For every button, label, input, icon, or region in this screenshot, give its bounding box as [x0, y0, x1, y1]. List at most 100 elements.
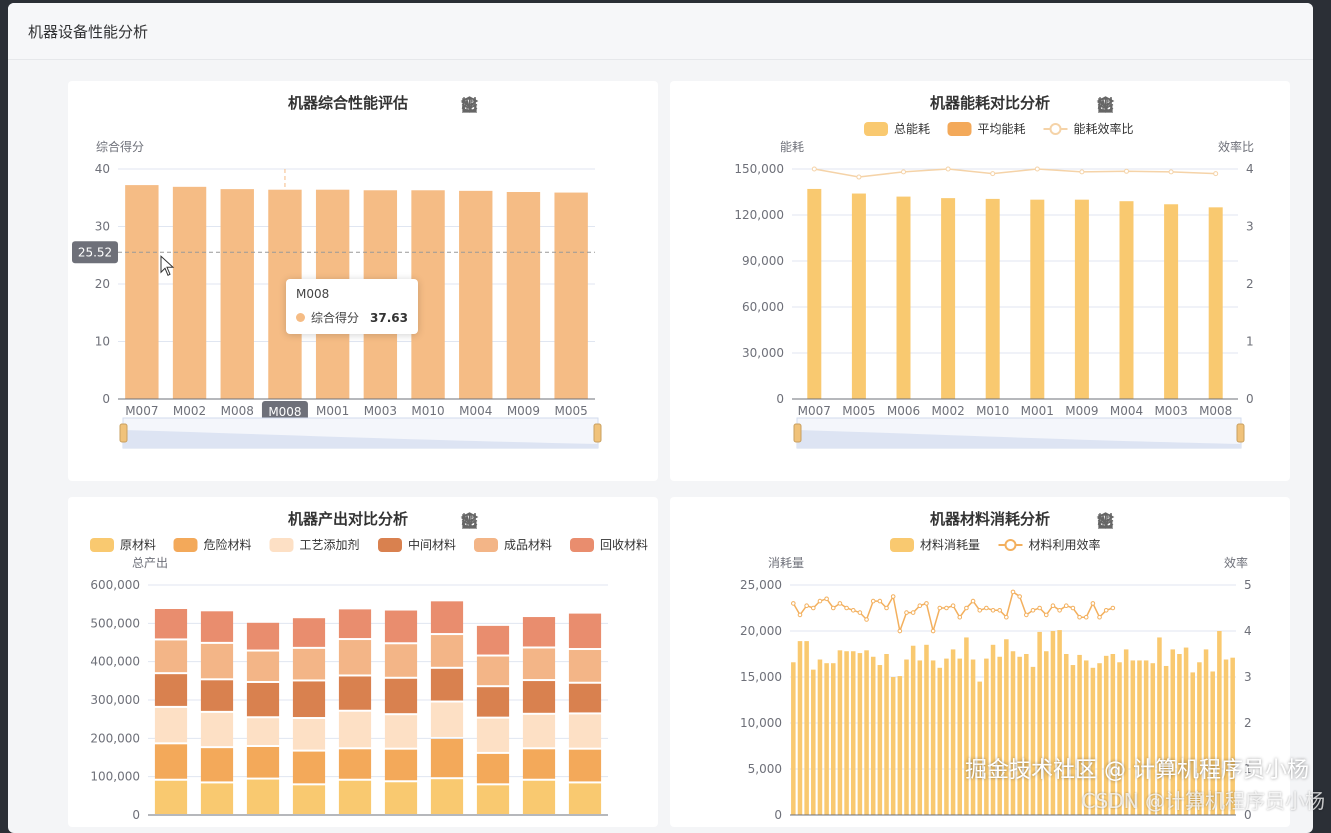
watermark: 掘金技术社区 @ 计算机程序员小杨	[965, 758, 1309, 783]
y2-tick-label: 3	[1244, 670, 1252, 684]
y-tick-label: 10,000	[740, 716, 782, 730]
line-point	[837, 601, 843, 606]
legend-swatch	[378, 538, 402, 552]
line-point	[1103, 608, 1109, 613]
stacked-bar-segment	[200, 748, 234, 782]
y-tick-label: 400,000	[90, 655, 140, 669]
x-tick-label: M010	[411, 404, 444, 418]
line-point	[1050, 603, 1056, 608]
line-point	[945, 166, 951, 172]
line-point	[870, 598, 876, 604]
axis-pointer-value: 25.52	[78, 245, 112, 259]
line-point	[1124, 168, 1129, 174]
y-tick-label: 0	[776, 392, 784, 406]
stacked-bar-segment	[568, 650, 602, 682]
line-point	[1083, 614, 1089, 620]
stacked-bar-segment	[476, 687, 510, 717]
legend-label: 原材料	[120, 538, 156, 552]
x-tick-label: M009	[1065, 404, 1098, 418]
stacked-bar-segment	[568, 613, 602, 649]
legend-label: 工艺添加剂	[300, 537, 360, 552]
stacked-bar-segment	[522, 617, 556, 647]
stacked-bar-segment	[292, 785, 326, 814]
stacked-bar-segment	[292, 681, 326, 718]
line-point	[811, 166, 817, 172]
line-point	[990, 171, 996, 177]
legend-label: 危险材料	[204, 537, 252, 552]
stacked-bar-segment	[522, 681, 556, 713]
legend-label: 成品材料	[504, 538, 552, 552]
legend-swatch	[890, 538, 914, 552]
stacked-bar-segment	[200, 643, 234, 679]
x-tick-label: M007	[798, 404, 831, 418]
y2-tick-label: 4	[1246, 162, 1254, 176]
bar	[970, 659, 976, 815]
stacked-bar-segment	[476, 718, 510, 752]
x-tick-label: M004	[1110, 404, 1143, 418]
x-tick-label: M001	[1021, 404, 1054, 418]
bar	[220, 189, 254, 399]
stacked-bar-segment	[292, 751, 326, 784]
y-tick-label: 150,000	[734, 162, 784, 176]
bar	[964, 637, 969, 815]
y-tick-label: 5,000	[748, 762, 782, 776]
x-tick-label: M005	[842, 404, 875, 418]
y2-tick-label: 0	[1246, 392, 1254, 406]
line-point	[917, 603, 923, 608]
bar	[851, 193, 866, 399]
line-point	[901, 169, 906, 175]
bar	[944, 658, 949, 815]
stacked-bar-segment	[246, 651, 280, 681]
tooltip-series-dot	[296, 313, 305, 322]
bar	[924, 644, 929, 815]
y-tick-label: 120,000	[734, 208, 784, 222]
chart-output: 机器产出对比分析原材料 危险材料 工艺添加剂 中间材料 成品材料 回收材料总产出0100,…	[90, 510, 648, 822]
y2-tick-label: 5	[1244, 578, 1252, 592]
line-point	[824, 596, 829, 602]
line-point	[844, 605, 849, 611]
y2-axis-label: 效率比	[1218, 139, 1254, 154]
bar	[930, 660, 936, 815]
line-point	[964, 605, 969, 611]
chart-title: 机器综合性能评估	[288, 94, 408, 112]
line-point	[997, 608, 1002, 613]
bar	[984, 658, 989, 815]
stacked-bar-segment	[338, 749, 372, 779]
line-point	[1213, 171, 1219, 177]
x-tick-label: M003	[1154, 404, 1187, 418]
line-point	[830, 605, 836, 611]
line-point	[1010, 589, 1016, 595]
y2-axis-label: 效率	[1224, 555, 1248, 570]
bar	[977, 681, 982, 815]
bar	[506, 192, 541, 399]
y-tick-label: 500,000	[90, 616, 140, 630]
stacked-bar-segment	[200, 680, 234, 711]
line-point	[890, 594, 896, 599]
bar	[950, 649, 956, 815]
y-tick-label: 200,000	[90, 731, 140, 745]
chart-panel-energy: 机器能耗对比分析 总能耗 平均能耗 能耗效率比 能耗 效率比 0 30,000 60,000 90…	[670, 81, 1290, 481]
legend-label: 材料消耗量	[920, 538, 980, 552]
line-point	[1030, 608, 1036, 613]
stacked-bar-segment	[200, 783, 234, 814]
bar	[941, 198, 956, 399]
y2-tick-label: 1	[1246, 335, 1254, 349]
bar	[937, 667, 943, 815]
bar	[870, 656, 876, 815]
bar	[1017, 656, 1022, 815]
line-point	[1024, 612, 1029, 618]
bar	[1044, 651, 1049, 815]
stacked-bar-segment	[430, 779, 464, 814]
y-tick-label: 15,000	[740, 670, 782, 684]
stacked-bar-segment	[338, 640, 372, 675]
bar	[172, 186, 207, 399]
line-point	[904, 610, 909, 615]
stacked-bar-segment	[154, 640, 188, 673]
bar	[811, 669, 816, 815]
line-point	[990, 608, 996, 613]
legend-swatch	[269, 538, 294, 552]
bar	[1063, 654, 1069, 815]
stacked-bar-segment	[246, 747, 280, 778]
data-zoom-handle-right	[1236, 423, 1245, 443]
bar	[990, 644, 996, 815]
